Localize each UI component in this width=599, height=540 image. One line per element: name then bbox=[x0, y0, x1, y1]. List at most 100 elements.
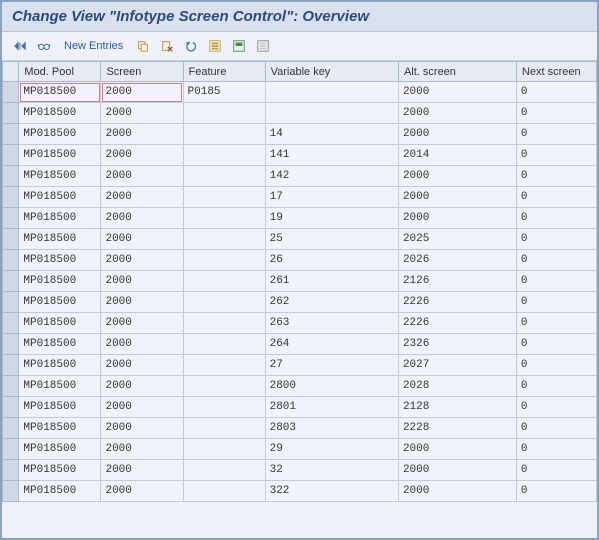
cell-next-screen[interactable]: 0 bbox=[516, 82, 596, 103]
cell-variable-key[interactable]: 19 bbox=[265, 208, 398, 229]
cell-next-screen[interactable]: 0 bbox=[516, 313, 596, 334]
row-selector[interactable] bbox=[3, 250, 19, 271]
col-alt-screen[interactable]: Alt. screen bbox=[398, 62, 516, 82]
table-row[interactable]: MP0185002000280121280 bbox=[3, 397, 597, 418]
cell-variable-key[interactable] bbox=[265, 82, 398, 103]
col-screen[interactable]: Screen bbox=[101, 62, 183, 82]
cell-variable-key[interactable]: 263 bbox=[265, 313, 398, 334]
table-row[interactable]: MP0185002000280020280 bbox=[3, 376, 597, 397]
col-next-screen[interactable]: Next screen bbox=[516, 62, 596, 82]
row-selector[interactable] bbox=[3, 82, 19, 103]
row-selector[interactable] bbox=[3, 103, 19, 124]
cell-feature[interactable] bbox=[183, 355, 265, 376]
cell-screen[interactable]: 2000 bbox=[101, 397, 183, 418]
cell-alt-screen[interactable]: 2027 bbox=[398, 355, 516, 376]
table-row[interactable]: MP0185002000280322280 bbox=[3, 418, 597, 439]
row-selector[interactable] bbox=[3, 229, 19, 250]
cell-mod-pool[interactable]: MP018500 bbox=[19, 334, 101, 355]
cell-feature[interactable] bbox=[183, 124, 265, 145]
cell-screen[interactable]: 2000 bbox=[101, 355, 183, 376]
cell-alt-screen[interactable]: 2000 bbox=[398, 166, 516, 187]
cell-feature[interactable] bbox=[183, 397, 265, 418]
row-selector[interactable] bbox=[3, 271, 19, 292]
cell-mod-pool[interactable]: MP018500 bbox=[19, 187, 101, 208]
cell-screen[interactable]: 2000 bbox=[101, 292, 183, 313]
row-selector[interactable] bbox=[3, 208, 19, 229]
cell-mod-pool[interactable]: MP018500 bbox=[19, 271, 101, 292]
cell-screen[interactable]: 2000 bbox=[101, 82, 183, 103]
cell-feature[interactable] bbox=[183, 418, 265, 439]
cell-screen[interactable]: 2000 bbox=[101, 250, 183, 271]
row-selector[interactable] bbox=[3, 418, 19, 439]
cell-next-screen[interactable]: 0 bbox=[516, 250, 596, 271]
cell-variable-key[interactable]: 25 bbox=[265, 229, 398, 250]
cell-next-screen[interactable]: 0 bbox=[516, 481, 596, 502]
table-row[interactable]: MP01850020001420000 bbox=[3, 124, 597, 145]
row-selector[interactable] bbox=[3, 460, 19, 481]
table-row[interactable]: MP01850020003220000 bbox=[3, 460, 597, 481]
table-row[interactable]: MP01850020002920000 bbox=[3, 439, 597, 460]
table-row[interactable]: MP018500200014220000 bbox=[3, 166, 597, 187]
cell-screen[interactable]: 2000 bbox=[101, 334, 183, 355]
cell-alt-screen[interactable]: 2014 bbox=[398, 145, 516, 166]
cell-screen[interactable]: 2000 bbox=[101, 313, 183, 334]
cell-next-screen[interactable]: 0 bbox=[516, 145, 596, 166]
cell-feature[interactable] bbox=[183, 313, 265, 334]
table-row[interactable]: MP01850020002520250 bbox=[3, 229, 597, 250]
cell-alt-screen[interactable]: 2326 bbox=[398, 334, 516, 355]
cell-mod-pool[interactable]: MP018500 bbox=[19, 418, 101, 439]
cell-mod-pool[interactable]: MP018500 bbox=[19, 313, 101, 334]
cell-screen[interactable]: 2000 bbox=[101, 418, 183, 439]
cell-next-screen[interactable]: 0 bbox=[516, 355, 596, 376]
cell-alt-screen[interactable]: 2028 bbox=[398, 376, 516, 397]
cell-next-screen[interactable]: 0 bbox=[516, 460, 596, 481]
cell-feature[interactable] bbox=[183, 187, 265, 208]
cell-variable-key[interactable]: 2801 bbox=[265, 397, 398, 418]
tool-expand-icon[interactable] bbox=[10, 36, 30, 56]
table-row[interactable]: MP018500200032220000 bbox=[3, 481, 597, 502]
cell-feature[interactable]: P0185 bbox=[183, 82, 265, 103]
cell-alt-screen[interactable]: 2000 bbox=[398, 82, 516, 103]
cell-mod-pool[interactable]: MP018500 bbox=[19, 250, 101, 271]
cell-variable-key[interactable]: 17 bbox=[265, 187, 398, 208]
cell-mod-pool[interactable]: MP018500 bbox=[19, 355, 101, 376]
table-row[interactable]: MP018500200020000 bbox=[3, 103, 597, 124]
cell-alt-screen[interactable]: 2000 bbox=[398, 439, 516, 460]
select-all-icon[interactable] bbox=[205, 36, 225, 56]
cell-mod-pool[interactable]: MP018500 bbox=[19, 460, 101, 481]
cell-feature[interactable] bbox=[183, 103, 265, 124]
cell-next-screen[interactable]: 0 bbox=[516, 334, 596, 355]
cell-variable-key[interactable]: 26 bbox=[265, 250, 398, 271]
cell-feature[interactable] bbox=[183, 208, 265, 229]
row-selector[interactable] bbox=[3, 334, 19, 355]
table-row[interactable]: MP0185002000P018520000 bbox=[3, 82, 597, 103]
cell-variable-key[interactable]: 262 bbox=[265, 292, 398, 313]
cell-next-screen[interactable]: 0 bbox=[516, 376, 596, 397]
col-mod-pool[interactable]: Mod. Pool bbox=[19, 62, 101, 82]
cell-feature[interactable] bbox=[183, 334, 265, 355]
row-selector[interactable] bbox=[3, 166, 19, 187]
cell-screen[interactable]: 2000 bbox=[101, 271, 183, 292]
cell-next-screen[interactable]: 0 bbox=[516, 208, 596, 229]
cell-screen[interactable]: 2000 bbox=[101, 124, 183, 145]
cell-alt-screen[interactable]: 2000 bbox=[398, 208, 516, 229]
table-row[interactable]: MP018500200014120140 bbox=[3, 145, 597, 166]
cell-alt-screen[interactable]: 2126 bbox=[398, 271, 516, 292]
cell-mod-pool[interactable]: MP018500 bbox=[19, 82, 101, 103]
cell-alt-screen[interactable]: 2128 bbox=[398, 397, 516, 418]
cell-screen[interactable]: 2000 bbox=[101, 187, 183, 208]
cell-variable-key[interactable]: 261 bbox=[265, 271, 398, 292]
cell-alt-screen[interactable]: 2025 bbox=[398, 229, 516, 250]
row-selector[interactable] bbox=[3, 313, 19, 334]
cell-mod-pool[interactable]: MP018500 bbox=[19, 103, 101, 124]
cell-variable-key[interactable] bbox=[265, 103, 398, 124]
table-row[interactable]: MP01850020002720270 bbox=[3, 355, 597, 376]
col-feature[interactable]: Feature bbox=[183, 62, 265, 82]
copy-icon[interactable] bbox=[133, 36, 153, 56]
cell-variable-key[interactable]: 322 bbox=[265, 481, 398, 502]
cell-alt-screen[interactable]: 2226 bbox=[398, 292, 516, 313]
undo-icon[interactable] bbox=[181, 36, 201, 56]
cell-screen[interactable]: 2000 bbox=[101, 229, 183, 250]
select-block-icon[interactable] bbox=[229, 36, 249, 56]
cell-next-screen[interactable]: 0 bbox=[516, 418, 596, 439]
